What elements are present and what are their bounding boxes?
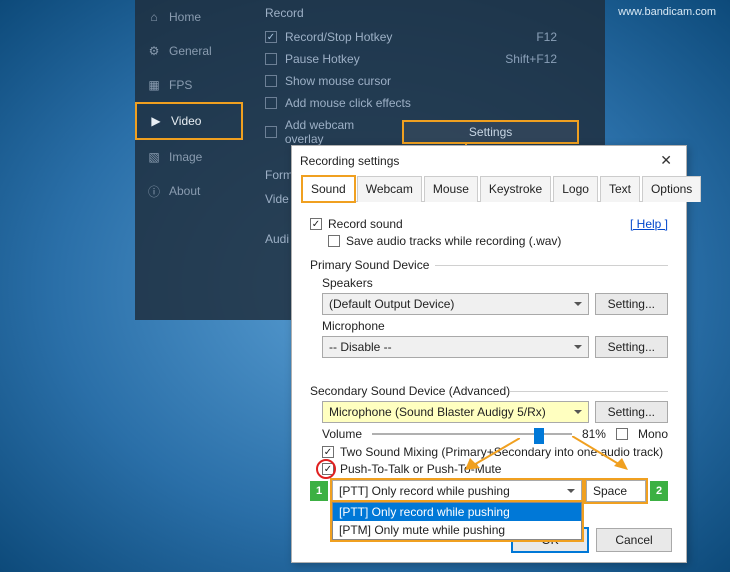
watermark: www.bandicam.com [618,6,716,18]
help-link[interactable]: [ Help ] [630,217,668,231]
tab-keystroke[interactable]: Keystroke [480,176,551,202]
sidebar-item-label: About [169,184,200,198]
ptm-option[interactable]: [PTM] Only mute while pushing [333,521,581,539]
recording-settings-dialog: Recording settings ✕ Sound Webcam Mouse … [291,145,687,563]
save-tracks-label: Save audio tracks while recording (.wav) [346,234,561,248]
gear-icon: ⚙ [147,44,161,58]
badge-1: 1 [310,481,328,501]
sidebar-item-general[interactable]: ⚙ General [135,34,243,68]
image-icon: ▧ [147,150,161,164]
sidebar-item-image[interactable]: ▧ Image [135,140,243,174]
sidebar-item-label: General [169,44,212,58]
checkbox[interactable] [265,53,277,65]
cancel-button[interactable]: Cancel [596,528,672,552]
checkbox[interactable] [265,126,277,138]
show-cursor-row: Show mouse cursor [255,70,597,92]
checkbox[interactable]: ✓ [265,31,277,43]
record-hotkey-row: ✓Record/Stop HotkeyF12 [255,26,597,48]
tab-text[interactable]: Text [600,176,640,202]
annotation-circle [316,459,336,479]
secondary-setting-button[interactable]: Setting... [595,401,668,423]
click-effects-row: Add mouse click effects [255,92,597,114]
fps-icon: ▦ [147,78,161,92]
dialog-title-text: Recording settings [300,154,399,168]
ptt-dropdown-list: [PTT] Only record while pushing [PTM] On… [332,502,582,540]
record-sound-checkbox[interactable] [310,218,322,230]
video-icon: ▶ [149,114,163,128]
volume-value: 81% [582,427,606,441]
secondary-device-group: Secondary Sound Device (Advanced) [310,384,668,398]
microphone-label: Microphone [322,319,680,333]
tab-strip: Sound Webcam Mouse Keystroke Logo Text O… [302,175,676,202]
info-icon: ⓘ [147,184,161,198]
checkbox[interactable] [265,75,277,87]
mono-label: Mono [638,427,668,441]
close-button[interactable]: ✕ [654,152,678,169]
sidebar-item-label: Image [169,150,202,164]
sidebar-item-video[interactable]: ▶ Video [135,102,243,140]
sidebar-item-label: Video [171,114,201,128]
save-tracks-checkbox[interactable] [328,235,340,247]
speakers-label: Speakers [322,276,680,290]
dialog-titlebar: Recording settings ✕ [292,146,686,175]
primary-device-group: Primary Sound Device [310,258,668,272]
two-mixing-label: Two Sound Mixing (Primary+Secondary into… [340,445,663,459]
mono-checkbox[interactable] [616,428,628,440]
tab-mouse[interactable]: Mouse [424,176,478,202]
speakers-setting-button[interactable]: Setting... [595,293,668,315]
tab-webcam[interactable]: Webcam [357,176,422,202]
microphone-select[interactable]: -- Disable -- [322,336,589,358]
sidebar-item-fps[interactable]: ▦ FPS [135,68,243,102]
secondary-device-select[interactable]: Microphone (Sound Blaster Audigy 5/Rx) [322,401,589,423]
pause-hotkey-row: Pause HotkeyShift+F12 [255,48,597,70]
ptt-option[interactable]: [PTT] Only record while pushing [333,503,581,521]
sidebar-item-label: Home [169,10,201,24]
sidebar: ⌂ Home ⚙ General ▦ FPS ▶ Video ▧ Image ⓘ About [135,0,243,320]
badge-2: 2 [650,481,668,501]
ptt-label: Push-To-Talk or Push-To-Mute [340,462,501,476]
sidebar-item-about[interactable]: ⓘ About [135,174,243,208]
volume-label: Volume [322,427,362,441]
sidebar-item-home[interactable]: ⌂ Home [135,0,243,34]
home-icon: ⌂ [147,10,161,24]
tab-sound[interactable]: Sound [302,176,355,202]
two-mixing-checkbox[interactable] [322,446,334,458]
ptt-hotkey-field[interactable]: Space [586,480,646,502]
sidebar-item-label: FPS [169,78,192,92]
ptt-mode-select[interactable]: [PTT] Only record while pushing [332,480,582,502]
record-sound-label: Record sound [328,217,403,231]
settings-button[interactable]: Settings [402,120,579,144]
tab-options[interactable]: Options [642,176,701,202]
volume-slider[interactable] [372,427,572,441]
checkbox[interactable] [265,97,277,109]
microphone-setting-button[interactable]: Setting... [595,336,668,358]
speakers-select[interactable]: (Default Output Device) [322,293,589,315]
record-section-title: Record [265,6,597,20]
tab-logo[interactable]: Logo [553,176,598,202]
